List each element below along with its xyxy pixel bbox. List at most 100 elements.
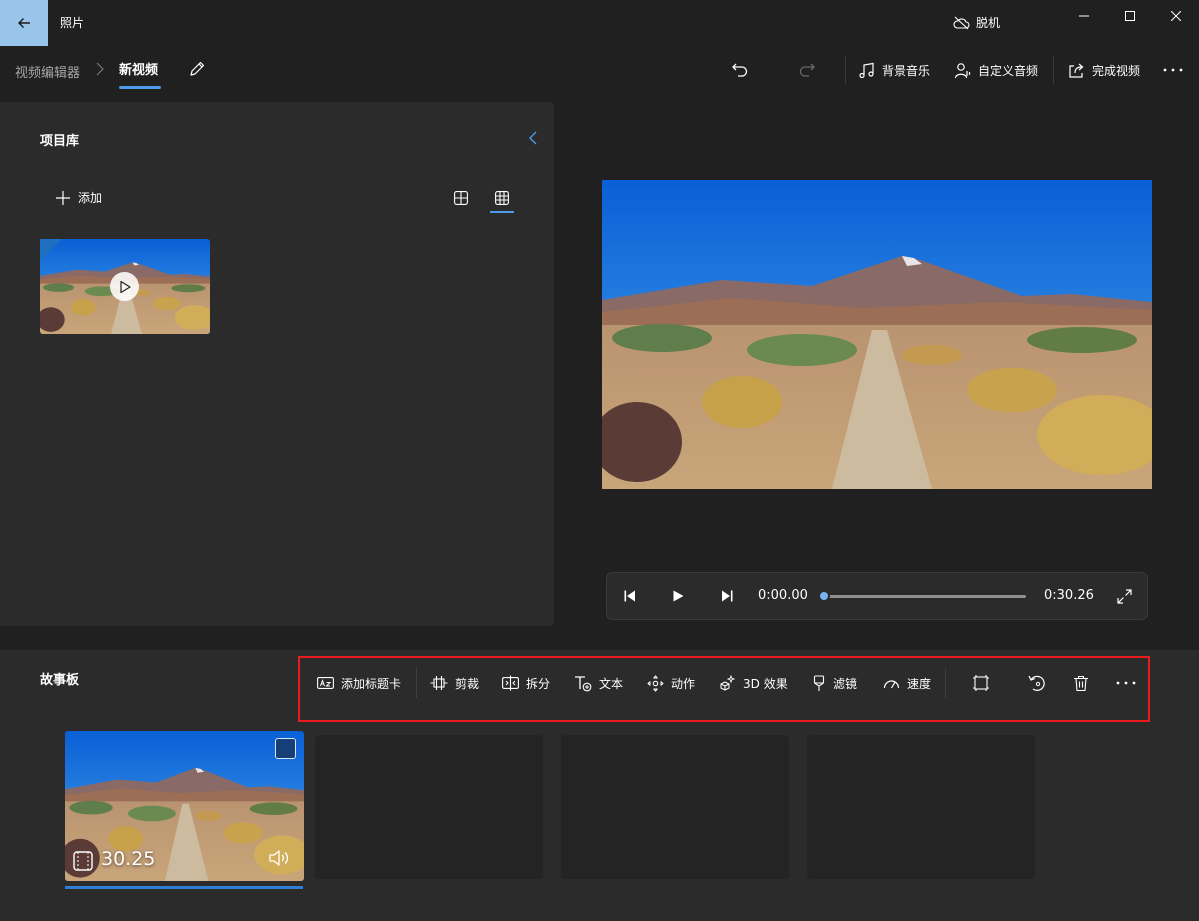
empty-clip-slot xyxy=(561,735,789,879)
total-time: 0:30.26 xyxy=(1044,588,1094,603)
more-dots-icon xyxy=(1116,681,1136,685)
command-separator xyxy=(1053,56,1054,84)
speaker-icon xyxy=(269,850,289,866)
add-title-card-button[interactable]: 添加标题卡 xyxy=(317,672,401,694)
clip-duration-icon xyxy=(73,851,93,871)
split-button[interactable]: 拆分 xyxy=(502,672,550,694)
delete-button[interactable] xyxy=(1073,672,1089,694)
share-icon xyxy=(1069,63,1084,78)
toolbar-separator xyxy=(416,668,417,698)
close-button[interactable] xyxy=(1153,0,1199,32)
text-label: 文本 xyxy=(599,676,624,691)
maximize-icon xyxy=(1125,11,1135,21)
close-icon xyxy=(1171,11,1181,21)
step-back-icon xyxy=(624,590,635,602)
added-to-project-marker xyxy=(40,239,62,261)
breadcrumb-separator xyxy=(96,62,104,76)
clip-duration: 30.25 xyxy=(101,848,156,870)
minimize-button[interactable] xyxy=(1061,0,1107,32)
storyboard-more-button[interactable] xyxy=(1116,672,1136,694)
clip-volume-button[interactable] xyxy=(268,849,292,867)
custom-audio-label: 自定义音频 xyxy=(978,63,1039,78)
more-dots-icon xyxy=(1163,68,1183,72)
trim-label: 剪裁 xyxy=(455,676,480,691)
add-media-button[interactable]: 添加 xyxy=(56,189,102,206)
speed-button[interactable]: 速度 xyxy=(883,672,931,694)
motion-label: 动作 xyxy=(671,676,696,691)
speedometer-icon xyxy=(883,680,900,689)
music-note-icon xyxy=(859,62,874,78)
collapse-library-button[interactable] xyxy=(528,130,538,146)
fullscreen-button[interactable] xyxy=(1113,585,1135,607)
previous-frame-button[interactable] xyxy=(619,585,641,607)
back-button[interactable] xyxy=(0,0,48,46)
add-title-card-label: 添加标题卡 xyxy=(341,676,402,691)
step-forward-icon xyxy=(722,590,733,602)
resize-button[interactable] xyxy=(972,672,990,694)
landscape-image xyxy=(602,180,1152,489)
play-thumbnail-button[interactable] xyxy=(110,272,139,301)
maximize-button[interactable] xyxy=(1107,0,1153,32)
grid-2x2-icon xyxy=(454,191,468,205)
trim-button[interactable]: 剪裁 xyxy=(430,672,479,694)
redo-button[interactable] xyxy=(798,58,816,82)
play-button[interactable] xyxy=(667,585,689,607)
finish-video-button[interactable]: 完成视频 xyxy=(1068,58,1140,82)
app-title: 照片 xyxy=(60,16,85,30)
expand-icon xyxy=(1116,588,1132,604)
finish-video-label: 完成视频 xyxy=(1092,63,1141,78)
title-card-icon xyxy=(317,677,334,689)
undo-icon xyxy=(732,63,748,77)
undo-button[interactable] xyxy=(731,58,749,82)
filters-button[interactable]: 滤镜 xyxy=(812,672,857,694)
rotate-icon xyxy=(1028,675,1045,691)
split-label: 拆分 xyxy=(526,676,551,691)
large-grid-view-button[interactable] xyxy=(451,188,471,208)
custom-audio-button[interactable]: 自定义音频 xyxy=(954,58,1038,82)
person-audio-icon xyxy=(954,62,971,78)
minimize-icon xyxy=(1079,15,1089,17)
offline-label: 脱机 xyxy=(976,16,1001,30)
play-icon xyxy=(673,590,684,602)
rename-button[interactable] xyxy=(188,60,206,78)
small-grid-view-button[interactable] xyxy=(492,188,512,208)
play-icon xyxy=(119,280,131,293)
seek-bar[interactable] xyxy=(824,595,1026,598)
plus-icon xyxy=(56,190,70,205)
add-media-label: 添加 xyxy=(78,191,103,205)
empty-clip-slot xyxy=(315,735,543,879)
seek-handle[interactable] xyxy=(818,590,830,602)
3d-effects-button[interactable]: 3D 效果 xyxy=(719,672,788,694)
chevron-left-icon xyxy=(529,131,537,145)
grid-3x3-icon xyxy=(495,191,509,205)
chevron-right-icon xyxy=(96,62,104,76)
storyboard-title: 故事板 xyxy=(40,673,80,688)
rotate-button[interactable] xyxy=(1028,672,1046,694)
speed-label: 速度 xyxy=(907,676,932,691)
current-time: 0:00.00 xyxy=(758,588,808,603)
video-preview[interactable] xyxy=(602,180,1152,489)
selected-clip-indicator xyxy=(65,886,303,889)
background-music-button[interactable]: 背景音乐 xyxy=(858,58,930,82)
breadcrumb-root[interactable]: 视频编辑器 xyxy=(15,62,80,81)
motion-icon xyxy=(647,675,664,691)
text-add-icon xyxy=(575,675,592,691)
crop-frame-icon xyxy=(973,675,989,691)
project-library-title: 项目库 xyxy=(40,134,80,149)
motion-button[interactable]: 动作 xyxy=(647,672,695,694)
trash-icon xyxy=(1074,675,1088,691)
breadcrumb-current: 新视频 xyxy=(119,63,159,78)
film-frame-icon xyxy=(73,851,93,871)
more-options-button[interactable] xyxy=(1163,58,1183,82)
next-frame-button[interactable] xyxy=(716,585,738,607)
selected-view-indicator xyxy=(490,211,514,213)
background-music-label: 背景音乐 xyxy=(882,63,931,78)
text-button[interactable]: 文本 xyxy=(574,672,623,694)
3d-effects-label: 3D 效果 xyxy=(743,676,788,691)
project-library-panel xyxy=(0,102,554,626)
clip-select-checkbox[interactable] xyxy=(275,738,296,759)
brush-filter-icon xyxy=(813,674,825,691)
toolbar-separator xyxy=(945,668,946,698)
offline-status[interactable]: 脱机 xyxy=(953,14,1000,31)
arrow-left-icon xyxy=(18,18,30,28)
